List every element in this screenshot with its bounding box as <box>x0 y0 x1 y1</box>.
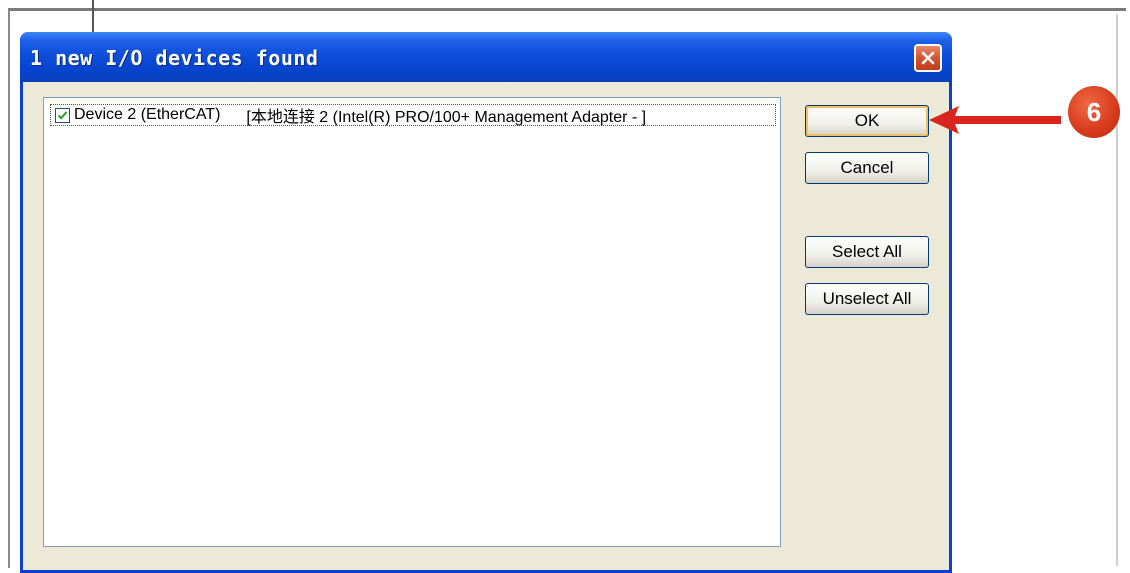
step-callout-badge: 6 <box>1068 86 1120 138</box>
close-button[interactable] <box>914 44 942 72</box>
device-adapter: [本地连接 2 (Intel(R) PRO/100+ Management Ad… <box>246 109 647 126</box>
list-item[interactable]: Device 2 (EtherCAT) [本地连接 2 (Intel(R) PR… <box>50 104 776 126</box>
devices-found-dialog: 1 new I/O devices found Device 2 (EtherC… <box>20 32 952 573</box>
dialog-title: 1 new I/O devices found <box>30 46 319 70</box>
device-list[interactable]: Device 2 (EtherCAT) [本地连接 2 (Intel(R) PR… <box>43 97 781 547</box>
cancel-button[interactable]: Cancel <box>805 152 929 184</box>
select-all-button[interactable]: Select All <box>805 236 929 268</box>
dialog-titlebar[interactable]: 1 new I/O devices found <box>20 32 952 82</box>
close-icon <box>921 51 935 65</box>
ok-button[interactable]: OK <box>805 105 929 137</box>
device-checkbox[interactable] <box>55 107 70 123</box>
unselect-all-button[interactable]: Unselect All <box>805 283 929 315</box>
device-name: Device 2 (EtherCAT) <box>74 106 221 123</box>
checkmark-icon <box>57 110 68 120</box>
pointer-arrow-icon <box>929 106 1061 134</box>
